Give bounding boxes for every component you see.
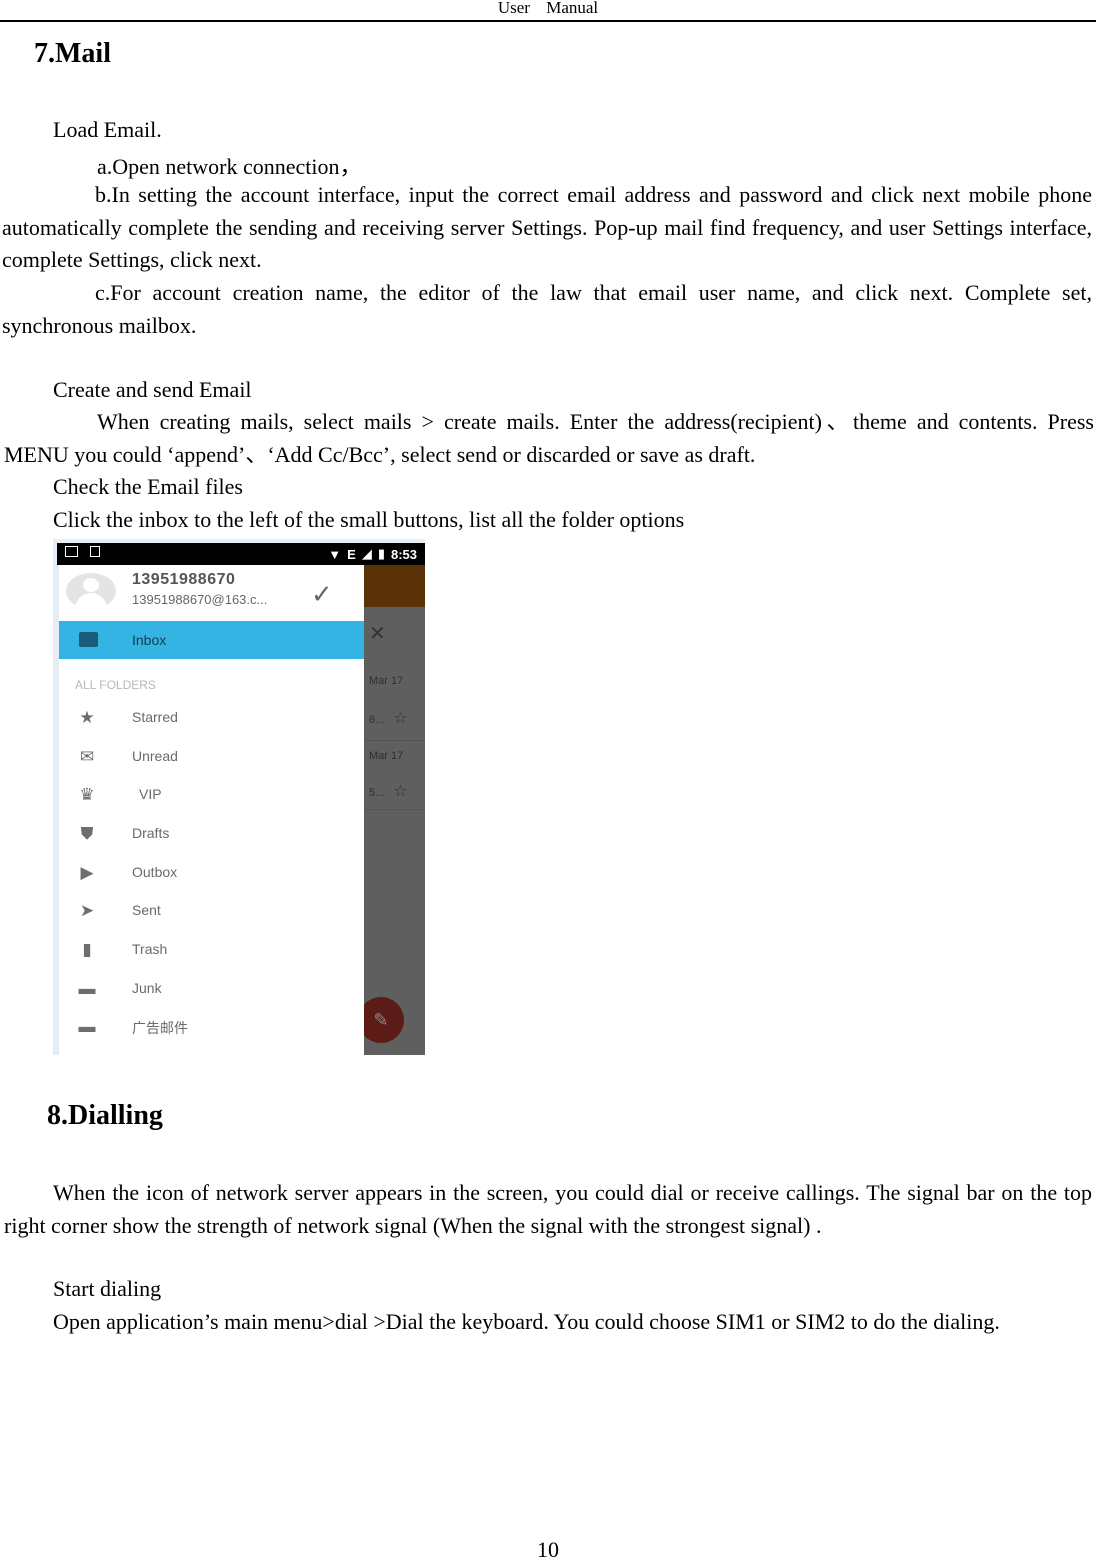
header-left-word: User	[497, 0, 530, 17]
create-email-text: When creating mails, select mails > crea…	[4, 409, 1094, 467]
folder-item-drafts[interactable]: ⛊ Drafts	[59, 815, 364, 853]
message-snippet: 5...	[369, 787, 385, 799]
wifi-icon: ▼	[328, 546, 342, 562]
step-b: b.In setting the account interface, inpu…	[2, 182, 1092, 272]
drafts-icon: ⛊	[80, 824, 94, 843]
folder-label: Unread	[132, 748, 178, 764]
page-number: 10	[537, 1537, 559, 1562]
load-email-heading: Load Email.	[53, 117, 162, 142]
step-c: c.For account creation name, the editor …	[2, 280, 1092, 338]
header-right-word: Manual	[546, 0, 599, 17]
account-name: 13951988670	[132, 571, 236, 588]
folder-label: Inbox	[132, 632, 167, 648]
message-snippet: 6...	[369, 714, 385, 726]
status-time: 8:53	[390, 546, 417, 562]
gallery-notification-icon	[65, 546, 78, 557]
create-email-heading: Create and send Email	[53, 377, 252, 402]
message-date: Mar 17	[369, 750, 404, 762]
avatar	[66, 573, 116, 609]
folder-label: Drafts	[132, 825, 170, 841]
signal-icon: ◢	[361, 546, 372, 561]
dialling-intro: When the icon of network server appears …	[4, 1180, 1092, 1238]
trash-icon: ▮	[82, 940, 92, 959]
inbox-icon	[79, 632, 98, 647]
folder-item-junk[interactable]: ▬ Junk	[59, 970, 364, 1008]
folder-icon: ▬	[78, 1017, 96, 1036]
folder-label: Sent	[132, 902, 161, 918]
all-folders-label: ALL FOLDERS	[75, 678, 156, 692]
check-email-heading: Check the Email files	[53, 474, 243, 499]
folder-item-outbox[interactable]: ▶ Outbox	[59, 854, 364, 892]
envelope-icon: ✉	[79, 747, 95, 766]
star-outline-icon[interactable]: ☆	[393, 783, 407, 800]
folder-item-ads[interactable]: ▬ 广告邮件	[59, 1008, 364, 1046]
send-icon: ➤	[79, 901, 95, 920]
star-icon: ★	[79, 708, 95, 727]
folder-item-trash[interactable]: ▮ Trash	[59, 931, 364, 969]
star-outline-icon[interactable]: ☆	[393, 710, 407, 727]
folder-label: Junk	[132, 980, 162, 996]
folder-item-starred[interactable]: ★ Starred	[59, 699, 364, 737]
folder-drawer: 13951988670 13951988670@163.c... ✓ Inbox…	[59, 565, 364, 1055]
divider	[364, 809, 425, 810]
sd-card-icon	[90, 546, 100, 557]
folder-item-vip[interactable]: ♛ VIP	[59, 776, 364, 814]
folder-item-sent[interactable]: ➤ Sent	[59, 892, 364, 930]
page-header: User Manual	[0, 0, 1096, 22]
outbox-icon: ▶	[80, 863, 94, 882]
status-bar: ▼ E ◢ ▮ 8:53	[57, 543, 425, 565]
crown-icon: ♛	[79, 785, 95, 804]
check-email-text: Click the inbox to the left of the small…	[53, 507, 685, 532]
folder-item-unread[interactable]: ✉ Unread	[59, 738, 364, 776]
folder-label: 广告邮件	[132, 1020, 188, 1036]
divider	[364, 740, 425, 741]
account-email: 13951988670@163.c...	[132, 592, 268, 607]
folder-label: Outbox	[132, 864, 178, 880]
pencil-icon: ✎	[373, 1010, 389, 1030]
section-title-mail: 7.Mail	[34, 38, 111, 69]
folder-label: Trash	[132, 941, 168, 957]
folder-label: VIP	[139, 786, 162, 802]
app-toolbar	[364, 565, 425, 607]
checkmark-icon[interactable]: ✓	[311, 579, 333, 610]
compose-button[interactable]: ✎	[358, 997, 404, 1043]
network-type: E	[347, 546, 356, 562]
folder-label: Starred	[132, 709, 178, 725]
step-a: a.Open network connection，	[97, 154, 362, 179]
start-dialing-heading: Start dialing	[53, 1276, 162, 1301]
close-icon[interactable]: ✕	[369, 621, 386, 646]
folder-item-inbox[interactable]: Inbox	[59, 621, 364, 659]
folder-icon: ▬	[78, 979, 96, 998]
battery-icon: ▮	[377, 546, 385, 561]
message-date: Mar 17	[369, 675, 404, 687]
dimmed-message-list: ✕ Mar 17 6... ☆ Mar 17 5... ☆	[364, 565, 425, 1055]
section-title-dialling: 8.Dialling	[47, 1100, 163, 1131]
start-dialing-text: Open application’s main menu>dial >Dial …	[53, 1309, 1000, 1334]
email-app-screenshot: ▼ E ◢ ▮ 8:53 ✕ Mar 17 6... ☆ Mar 17 5...…	[53, 539, 425, 1055]
